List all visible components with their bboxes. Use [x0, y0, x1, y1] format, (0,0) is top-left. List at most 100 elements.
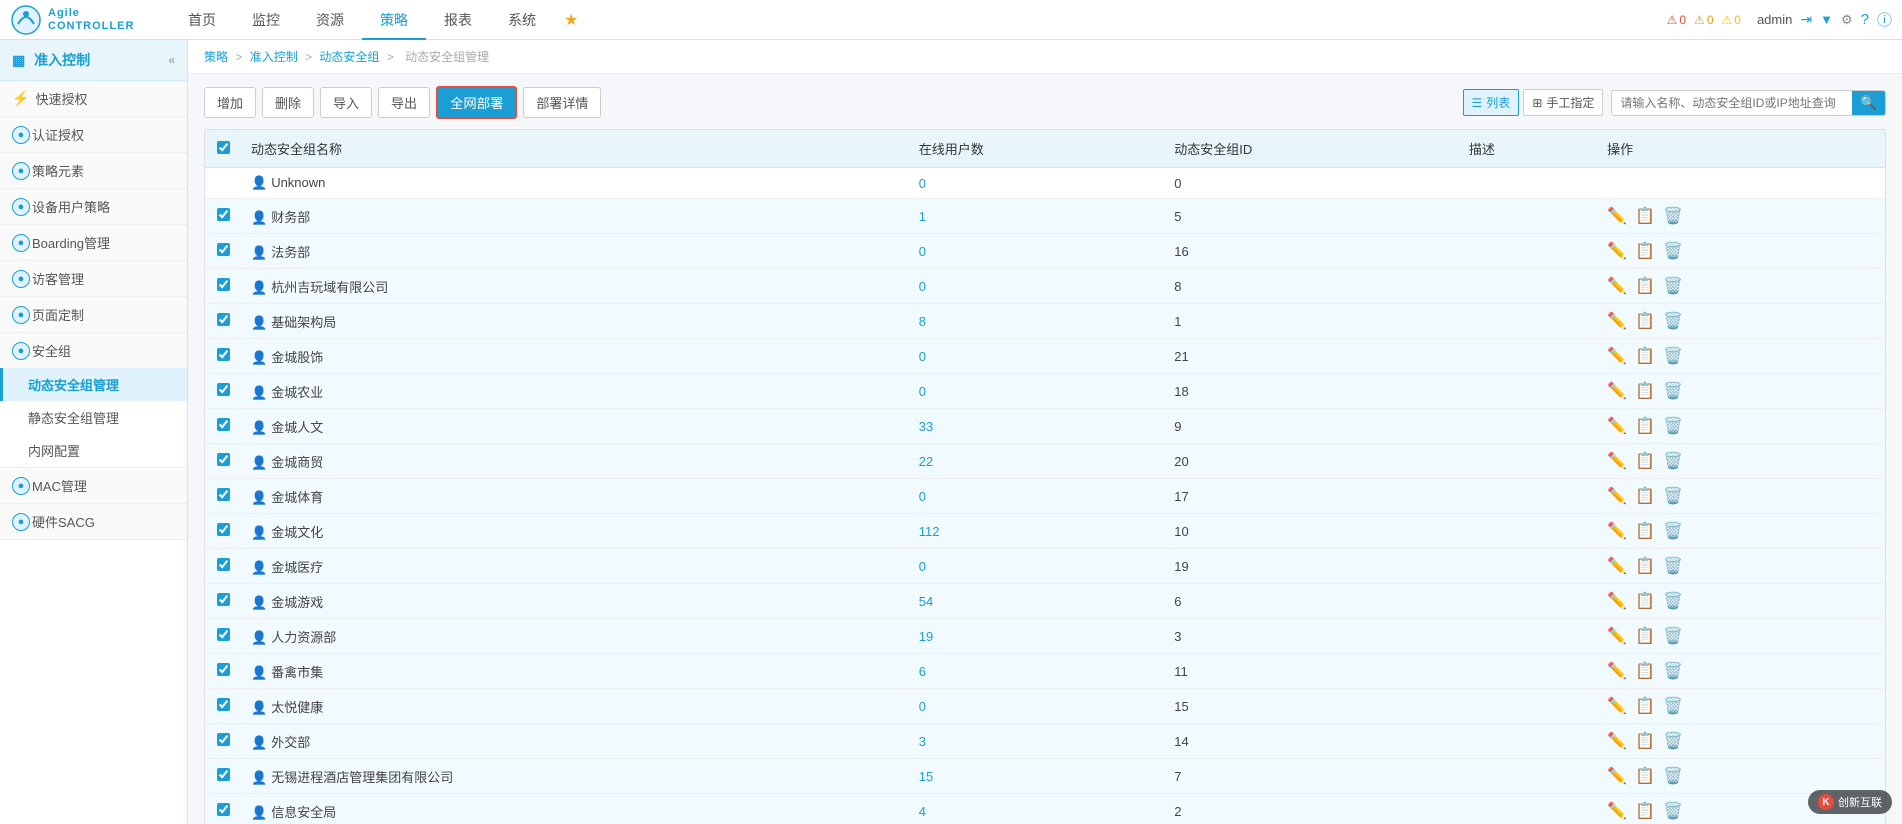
- sidebar-section-header-visitor[interactable]: ● 访客管理: [0, 261, 187, 296]
- sidebar-section-header-quick-auth[interactable]: ⚡ 快速授权: [0, 81, 187, 116]
- delete-icon[interactable]: 🗑️: [1663, 556, 1683, 576]
- delete-icon[interactable]: 🗑️: [1663, 801, 1683, 821]
- breadcrumb-dynamic-security-group[interactable]: 动态安全组: [319, 50, 379, 64]
- copy-icon[interactable]: 📋: [1635, 416, 1655, 436]
- row-checkbox[interactable]: [217, 488, 230, 501]
- search-button[interactable]: 🔍: [1852, 91, 1885, 115]
- delete-icon[interactable]: 🗑️: [1663, 731, 1683, 751]
- nav-system[interactable]: 系统: [490, 0, 554, 40]
- online-users-link[interactable]: 0: [919, 559, 926, 574]
- copy-icon[interactable]: 📋: [1635, 731, 1655, 751]
- delete-icon[interactable]: 🗑️: [1663, 486, 1683, 506]
- online-users-link[interactable]: 4: [919, 804, 926, 819]
- edit-icon[interactable]: ✏️: [1607, 241, 1627, 261]
- copy-icon[interactable]: 📋: [1635, 801, 1655, 821]
- edit-icon[interactable]: ✏️: [1607, 591, 1627, 611]
- row-checkbox[interactable]: [217, 383, 230, 396]
- edit-icon[interactable]: ✏️: [1607, 276, 1627, 296]
- online-users-link[interactable]: 22: [919, 454, 933, 469]
- edit-icon[interactable]: ✏️: [1607, 766, 1627, 786]
- row-checkbox[interactable]: [217, 523, 230, 536]
- copy-icon[interactable]: 📋: [1635, 626, 1655, 646]
- edit-icon[interactable]: ✏️: [1607, 416, 1627, 436]
- online-users-link[interactable]: 8: [919, 314, 926, 329]
- row-checkbox[interactable]: [217, 453, 230, 466]
- add-button[interactable]: 增加: [204, 87, 256, 118]
- online-users-link[interactable]: 54: [919, 594, 933, 609]
- copy-icon[interactable]: 📋: [1635, 521, 1655, 541]
- edit-icon[interactable]: ✏️: [1607, 451, 1627, 471]
- edit-icon[interactable]: ✏️: [1607, 521, 1627, 541]
- login-icon[interactable]: ⇥: [1800, 11, 1812, 28]
- sidebar-item-dynamic-security-group[interactable]: 动态安全组管理: [0, 368, 187, 401]
- import-button[interactable]: 导入: [320, 87, 372, 118]
- sidebar-section-header-device-policy[interactable]: ● 设备用户策略: [0, 189, 187, 224]
- row-checkbox[interactable]: [217, 348, 230, 361]
- delete-icon[interactable]: 🗑️: [1663, 521, 1683, 541]
- settings-icon[interactable]: ⚙: [1841, 12, 1853, 28]
- sidebar-section-header-security-group[interactable]: ● 安全组: [0, 333, 187, 368]
- copy-icon[interactable]: 📋: [1635, 381, 1655, 401]
- sidebar-section-header-boarding[interactable]: ● Boarding管理: [0, 225, 187, 260]
- search-input[interactable]: [1612, 92, 1852, 114]
- online-users-link[interactable]: 1: [919, 209, 926, 224]
- copy-icon[interactable]: 📋: [1635, 241, 1655, 261]
- delete-icon[interactable]: 🗑️: [1663, 696, 1683, 716]
- copy-icon[interactable]: 📋: [1635, 206, 1655, 226]
- copy-icon[interactable]: 📋: [1635, 486, 1655, 506]
- sidebar-section-header-mac[interactable]: ● MAC管理: [0, 468, 187, 503]
- row-checkbox[interactable]: [217, 768, 230, 781]
- edit-icon[interactable]: ✏️: [1607, 696, 1627, 716]
- all-deploy-button[interactable]: 全网部署: [436, 86, 517, 119]
- row-checkbox[interactable]: [217, 803, 230, 816]
- online-users-link[interactable]: 0: [919, 384, 926, 399]
- copy-icon[interactable]: 📋: [1635, 276, 1655, 296]
- delete-button[interactable]: 删除: [262, 87, 314, 118]
- delete-icon[interactable]: 🗑️: [1663, 206, 1683, 226]
- online-users-link[interactable]: 6: [919, 664, 926, 679]
- row-checkbox[interactable]: [217, 733, 230, 746]
- online-users-link[interactable]: 0: [919, 176, 926, 191]
- copy-icon[interactable]: 📋: [1635, 766, 1655, 786]
- nav-report[interactable]: 报表: [426, 0, 490, 40]
- delete-icon[interactable]: 🗑️: [1663, 346, 1683, 366]
- edit-icon[interactable]: ✏️: [1607, 486, 1627, 506]
- delete-icon[interactable]: 🗑️: [1663, 241, 1683, 261]
- sidebar-section-header-sacg[interactable]: ● 硬件SACG: [0, 504, 187, 539]
- sidebar-section-header-policy-elements[interactable]: ● 策略元素: [0, 153, 187, 188]
- breadcrumb-access-control[interactable]: 准入控制: [250, 50, 298, 64]
- copy-icon[interactable]: 📋: [1635, 591, 1655, 611]
- sidebar-section-header-page-custom[interactable]: ● 页面定制: [0, 297, 187, 332]
- nav-resource[interactable]: 资源: [298, 0, 362, 40]
- delete-icon[interactable]: 🗑️: [1663, 626, 1683, 646]
- deploy-detail-button[interactable]: 部署详情: [523, 87, 601, 118]
- view-manual-button[interactable]: ⊞ 手工指定: [1523, 89, 1603, 116]
- row-checkbox[interactable]: [217, 558, 230, 571]
- delete-icon[interactable]: 🗑️: [1663, 416, 1683, 436]
- row-checkbox[interactable]: [217, 418, 230, 431]
- row-checkbox[interactable]: [217, 243, 230, 256]
- online-users-link[interactable]: 33: [919, 419, 933, 434]
- edit-icon[interactable]: ✏️: [1607, 381, 1627, 401]
- delete-icon[interactable]: 🗑️: [1663, 591, 1683, 611]
- sidebar-item-intranet-config[interactable]: 内网配置: [0, 434, 187, 467]
- delete-icon[interactable]: 🗑️: [1663, 311, 1683, 331]
- delete-icon[interactable]: 🗑️: [1663, 276, 1683, 296]
- edit-icon[interactable]: ✏️: [1607, 661, 1627, 681]
- row-checkbox[interactable]: [217, 278, 230, 291]
- row-checkbox[interactable]: [217, 208, 230, 221]
- online-users-link[interactable]: 0: [919, 699, 926, 714]
- edit-icon[interactable]: ✏️: [1607, 311, 1627, 331]
- edit-icon[interactable]: ✏️: [1607, 346, 1627, 366]
- online-users-link[interactable]: 0: [919, 349, 926, 364]
- sidebar-collapse-icon[interactable]: «: [168, 53, 175, 67]
- copy-icon[interactable]: 📋: [1635, 556, 1655, 576]
- info-icon[interactable]: ⓘ: [1877, 9, 1892, 30]
- help-icon[interactable]: ?: [1861, 11, 1869, 28]
- delete-icon[interactable]: 🗑️: [1663, 766, 1683, 786]
- online-users-link[interactable]: 112: [919, 524, 940, 539]
- breadcrumb-policy[interactable]: 策略: [204, 50, 228, 64]
- delete-icon[interactable]: 🗑️: [1663, 661, 1683, 681]
- online-users-link[interactable]: 0: [919, 244, 926, 259]
- nav-policy[interactable]: 策略: [362, 0, 426, 40]
